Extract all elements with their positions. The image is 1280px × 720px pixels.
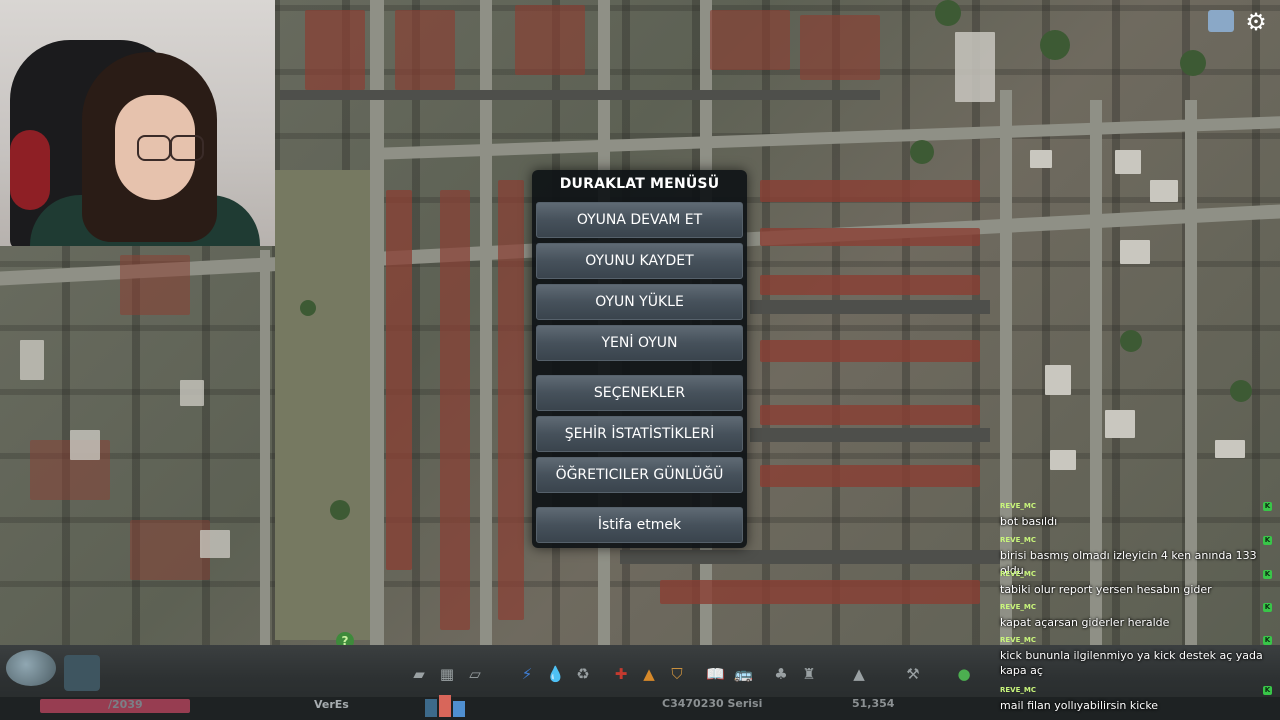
kick-badge-icon: K <box>1263 536 1272 545</box>
new-game-button[interactable]: YENİ OYUN <box>536 325 743 361</box>
education-icon[interactable]: 📖 <box>706 665 725 683</box>
money-display: C3470230 Serisi <box>662 697 763 710</box>
pause-menu: DURAKLAT MENÜSÜ OYUNA DEVAM ET OYUNU KAY… <box>532 170 747 548</box>
city-name[interactable]: VerEs <box>314 698 349 711</box>
bulldozer-icon[interactable]: ⚒ <box>904 665 922 683</box>
gear-icon[interactable]: ⚙ <box>1242 8 1270 36</box>
zoning-tool-icon[interactable]: ▦ <box>438 665 456 683</box>
fire-icon[interactable]: ▲ <box>640 665 658 683</box>
police-icon[interactable]: ⛉ <box>668 665 686 683</box>
chat-text: bot basıldı <box>1000 515 1058 528</box>
chat-username: REVE_MC <box>1000 570 1036 578</box>
kick-badge-icon: K <box>1263 570 1272 579</box>
kick-badge-icon: K <box>1263 636 1272 645</box>
save-game-button[interactable]: OYUNU KAYDET <box>536 243 743 279</box>
water-icon[interactable]: 💧 <box>546 665 565 683</box>
kick-badge-icon: K <box>1263 603 1272 612</box>
monuments-icon[interactable]: ▲ <box>850 665 868 683</box>
chat-text: birisi basmış olmadı izleyicin 4 ken anı… <box>1000 549 1257 577</box>
pause-menu-title: DURAKLAT MENÜSÜ <box>559 176 720 192</box>
chat-username: REVE_MC <box>1000 502 1036 510</box>
unique-buildings-icon[interactable]: ♜ <box>800 665 818 683</box>
city-statistics-button[interactable]: ŞEHİR İSTATİSTİKLERİ <box>536 416 743 452</box>
chirper-logo-icon[interactable] <box>6 650 56 686</box>
kick-badge-icon: K <box>1263 502 1272 511</box>
chair-accent <box>10 130 50 210</box>
glasses-left <box>137 135 171 161</box>
chat-username: REVE_MC <box>1000 686 1036 694</box>
transport-icon[interactable]: 🚌 <box>734 665 753 683</box>
road-tool-icon[interactable]: ▰ <box>410 665 428 683</box>
healthcare-icon[interactable]: ✚ <box>612 665 630 683</box>
garbage-icon[interactable]: ♻ <box>574 665 592 683</box>
chat-text: kick bununla ilgilenmiyo ya kick destek … <box>1000 649 1263 677</box>
chat-text: kapat açarsan giderler heralde <box>1000 616 1170 629</box>
population-display: 51,354 <box>852 697 895 710</box>
continue-game-button[interactable]: OYUNA DEVAM ET <box>536 202 743 238</box>
options-button[interactable]: SEÇENEKLER <box>536 375 743 411</box>
money-icon[interactable]: ● <box>955 665 973 683</box>
kick-badge-icon: K <box>1263 686 1272 695</box>
photo-icon[interactable] <box>1208 10 1234 32</box>
chat-text: tabiki olur report yersen hesabın gider <box>1000 583 1212 596</box>
glasses-right <box>170 135 204 161</box>
chat-username: REVE_MC <box>1000 603 1036 611</box>
chat-text: mail filan yollıyabilirsin kicke <box>1000 699 1159 712</box>
quit-button[interactable]: İstifa etmek <box>536 507 743 543</box>
chat-overlay: REVE_MC K bot basıldı REVE_MC K birisi b… <box>997 502 1280 720</box>
chat-username: REVE_MC <box>1000 536 1036 544</box>
parks-icon[interactable]: ♣ <box>772 665 790 683</box>
tutorials-log-button[interactable]: ÖĞRETICILER GÜNLÜĞÜ <box>536 457 743 493</box>
electricity-icon[interactable]: ⚡ <box>518 665 536 683</box>
district-tool-icon[interactable]: ▱ <box>466 665 484 683</box>
webcam-overlay <box>0 0 275 246</box>
chat-username: REVE_MC <box>1000 636 1036 644</box>
info-views-icon[interactable] <box>64 655 100 691</box>
game-date: /2039 <box>108 698 143 711</box>
load-game-button[interactable]: OYUN YÜKLE <box>536 284 743 320</box>
